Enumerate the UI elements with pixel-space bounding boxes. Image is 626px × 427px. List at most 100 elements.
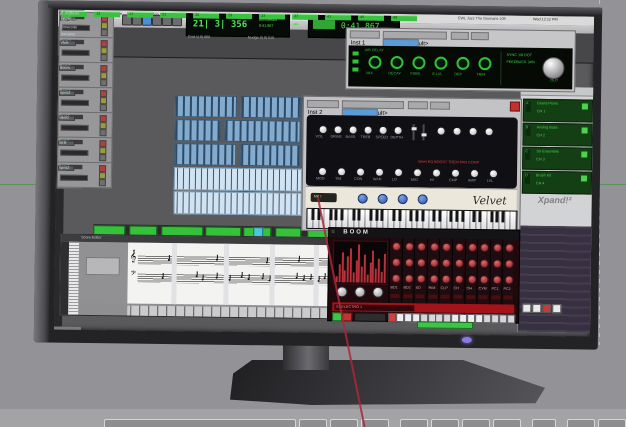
boom-channel-knob[interactable] [455, 242, 465, 252]
velvet-blue-knob[interactable] [397, 194, 408, 205]
fx-knob[interactable] [368, 55, 382, 69]
boom-channel-display[interactable] [465, 294, 476, 300]
os-toolbar-button[interactable] [104, 419, 296, 427]
velvet-knob[interactable] [363, 125, 373, 135]
counter-arrows[interactable]: ◄► [292, 21, 299, 28]
boom-channel-knob[interactable] [504, 275, 515, 285]
piano-key-black[interactable] [455, 210, 459, 222]
fx-knob[interactable] [478, 57, 492, 71]
velvet-knob[interactable] [348, 125, 358, 135]
piano-key-black[interactable] [501, 211, 505, 223]
ruler-menu-item[interactable]: Timecode [61, 26, 77, 30]
bar-marker[interactable]: 37 [292, 13, 319, 20]
os-toolbar-button[interactable] [462, 419, 490, 427]
velvet-track-chip[interactable]: Inst 2 [306, 99, 339, 116]
insert-chip[interactable]: Vlvet [59, 40, 76, 46]
fx-plugin-window[interactable]: Inst 1 <factory default> COMPARE AIR DEL… [345, 27, 576, 93]
boom-channel-knob[interactable] [429, 242, 439, 252]
solo-button[interactable] [100, 47, 108, 55]
insert-chip[interactable]: Xpnd2 [58, 165, 75, 171]
midi-clip[interactable] [240, 143, 301, 167]
velvet-plugin-window[interactable]: Inst 2 <factory default> COMPARE VOLDRIV… [301, 95, 523, 234]
piano-key-black[interactable] [409, 210, 413, 222]
boom-channel-display[interactable] [390, 293, 400, 299]
boom-channel-knob[interactable] [454, 274, 464, 284]
fx-led[interactable] [352, 67, 359, 72]
mute-button[interactable] [100, 29, 108, 37]
os-toolbar-button[interactable] [598, 419, 626, 427]
boom-channel-display[interactable] [478, 295, 488, 300]
step-pad[interactable] [506, 314, 515, 324]
insert-chip[interactable]: MiniG [58, 115, 75, 121]
fx-track-chip[interactable]: Inst 1 [349, 30, 380, 47]
os-toolbar-button[interactable] [567, 419, 595, 427]
velvet-safe-chip[interactable] [429, 101, 450, 110]
boom-channel-knob[interactable] [467, 258, 477, 269]
pad[interactable] [522, 303, 532, 313]
boom-channel-display[interactable] [503, 295, 513, 300]
xpand-slot[interactable]: A Grand Piano CH 1 [522, 98, 594, 123]
velvet-knob[interactable] [412, 168, 423, 178]
boom-channel-knob[interactable] [416, 274, 426, 284]
boom-channel-knob[interactable] [441, 274, 452, 284]
piano-key-white[interactable] [510, 211, 517, 231]
velvet-knob[interactable] [336, 167, 347, 177]
boom-channel-knob[interactable] [479, 259, 490, 269]
os-toolbar-button[interactable] [400, 419, 428, 427]
piano-key-black[interactable] [351, 209, 356, 221]
velvet-slider[interactable] [421, 124, 427, 141]
insert-chip[interactable]: Xpnd2 [59, 90, 76, 96]
score-editor-window[interactable]: Score Editor 𝄞 𝄢 [59, 233, 341, 320]
boom-channel-knob[interactable] [492, 259, 502, 269]
fx-auto-chip[interactable] [450, 31, 469, 40]
piano-key-black[interactable] [461, 210, 465, 222]
xpand-slot[interactable]: C Str Ensemble CH 3 [522, 146, 593, 171]
velvet-slider[interactable] [411, 124, 417, 141]
menubar-clock[interactable]: Wed 12:12 PM [533, 18, 558, 22]
boom-channel-knob[interactable] [416, 258, 427, 268]
bar-marker[interactable]: 41 [325, 14, 352, 21]
mute-button[interactable] [98, 179, 106, 187]
boom-channel-knob[interactable] [442, 242, 452, 252]
os-toolbar-button[interactable] [330, 419, 358, 427]
boom-channel-knob[interactable] [404, 258, 414, 268]
boom-plugin-window[interactable]: BOOM ≡ BD1 BD2 SD RIM CLP CH OH CYM PC1 PC2 01 EL… [327, 227, 521, 324]
xpand-slot-led[interactable] [580, 175, 588, 182]
piano-key-black[interactable] [397, 210, 402, 222]
fx-knob[interactable] [456, 56, 470, 70]
boom-channel-knob[interactable] [391, 273, 401, 284]
boom-channel-knob[interactable] [492, 275, 502, 285]
piano-key-black[interactable] [328, 209, 333, 221]
piano-key-black[interactable] [374, 209, 379, 221]
velvet-knob[interactable] [468, 126, 478, 137]
os-toolbar-button[interactable] [299, 419, 327, 427]
grid-value[interactable]: Grid 1| 0| 000 [188, 35, 210, 39]
piano-key-black[interactable] [392, 209, 396, 222]
velvet-knob[interactable] [436, 126, 446, 136]
piano-key-black[interactable] [380, 209, 384, 221]
boom-knob-speed[interactable] [372, 286, 384, 298]
ruler-menu-item[interactable]: Bars|Beats [61, 12, 79, 16]
velvet-knob[interactable] [378, 125, 388, 135]
velvet-knob[interactable] [488, 169, 499, 179]
piano-key-black[interactable] [340, 209, 344, 221]
step-pad[interactable] [474, 314, 484, 324]
piano-key-black[interactable] [415, 210, 419, 222]
ruler-menu-item[interactable]: Min:Secs [61, 19, 76, 23]
piano-key-black[interactable] [472, 211, 476, 223]
boom-channel-knob[interactable] [479, 275, 489, 285]
boom-channel-knob[interactable] [480, 243, 490, 253]
mute-button[interactable] [99, 104, 107, 112]
fx-output-knob[interactable] [542, 56, 565, 80]
xpand-slot[interactable]: B Analog Bass CH 2 [522, 122, 593, 147]
fx-safe-chip[interactable] [470, 31, 489, 41]
piano-key-black[interactable] [438, 210, 442, 222]
insert-chip[interactable]: Boom [59, 65, 76, 71]
xpand-slot[interactable]: D Brush Kit CH 4 [521, 170, 593, 195]
step-pad[interactable] [403, 313, 412, 323]
boom-channel-knob[interactable] [404, 274, 414, 284]
insert-chip[interactable]: Strik [58, 140, 75, 146]
mute-button[interactable] [99, 154, 107, 162]
boom-channel-display[interactable] [491, 295, 501, 300]
velvet-knob[interactable] [318, 125, 328, 135]
